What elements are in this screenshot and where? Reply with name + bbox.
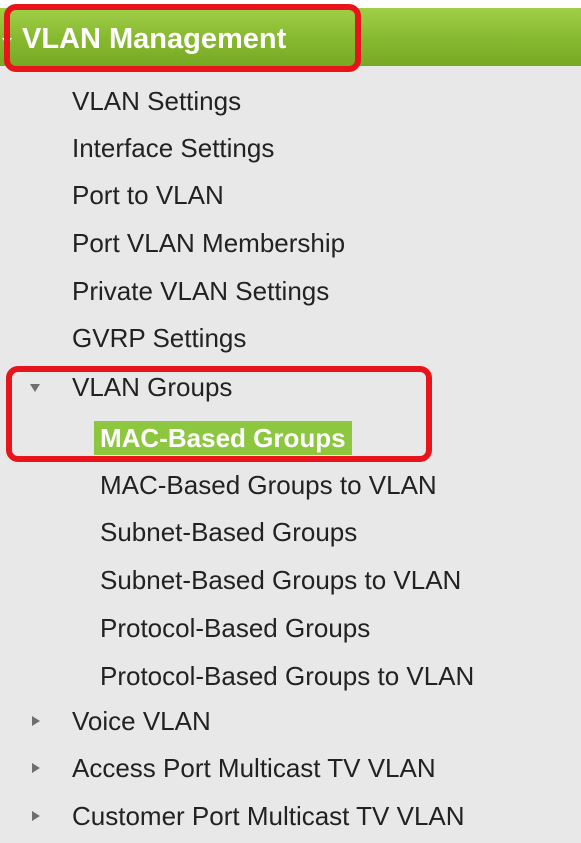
menu-item-private-vlan-settings[interactable]: Private VLAN Settings [72,276,329,306]
menu-group-customer-port-multicast-tv-vlan[interactable]: Customer Port Multicast TV VLAN [72,801,465,831]
highlight-box-header [4,4,361,72]
submenu-item-subnet-based-groups[interactable]: Subnet-Based Groups [100,517,357,547]
navigation-menu: VLAN Management VLAN Settings Interface … [0,0,581,843]
menu-item-port-to-vlan[interactable]: Port to VLAN [72,180,224,210]
submenu-item-mac-based-groups-to-vlan[interactable]: MAC-Based Groups to VLAN [100,470,437,500]
menu-item-gvrp-settings[interactable]: GVRP Settings [72,323,246,353]
highlight-box-vlan-groups [6,366,432,462]
menu-item-interface-settings[interactable]: Interface Settings [72,133,274,163]
voice-vlan-expand-icon[interactable] [32,716,40,726]
submenu-item-protocol-based-groups[interactable]: Protocol-Based Groups [100,613,370,643]
menu-group-access-port-multicast-tv-vlan[interactable]: Access Port Multicast TV VLAN [72,753,436,783]
menu-item-vlan-settings[interactable]: VLAN Settings [72,86,241,116]
submenu-item-subnet-based-groups-to-vlan[interactable]: Subnet-Based Groups to VLAN [100,565,461,595]
access-port-multicast-expand-icon[interactable] [32,763,40,773]
customer-port-multicast-expand-icon[interactable] [32,811,40,821]
submenu-item-protocol-based-groups-to-vlan[interactable]: Protocol-Based Groups to VLAN [100,661,474,691]
menu-group-voice-vlan[interactable]: Voice VLAN [72,706,211,736]
menu-item-port-vlan-membership[interactable]: Port VLAN Membership [72,228,345,258]
